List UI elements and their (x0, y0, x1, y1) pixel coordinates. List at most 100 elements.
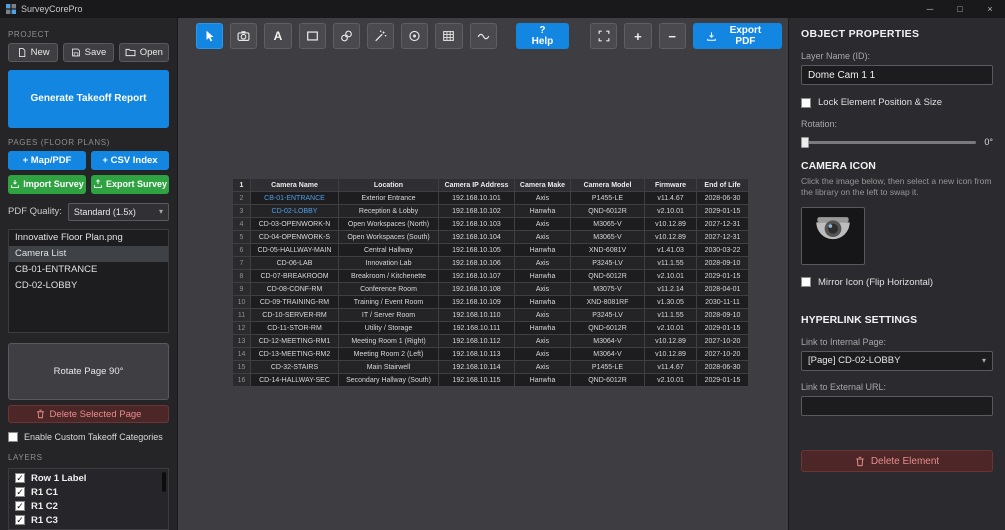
table-cell: Axis (514, 334, 571, 348)
new-button-label: New (30, 47, 50, 58)
text-tool-button[interactable]: A (264, 23, 292, 49)
internal-page-select[interactable]: [Page] CD-02-LOBBY ▾ (801, 350, 993, 371)
camera-icon (237, 31, 250, 41)
lock-position-label: Lock Element Position & Size (818, 97, 943, 108)
save-icon (71, 48, 80, 57)
table-row: 5 CD-04-OPENWORK-S Open Workspaces (South)… (232, 230, 749, 244)
table-cell: Hanwha (514, 269, 571, 283)
rotation-slider-track[interactable] (801, 136, 977, 148)
checkbox-icon (801, 97, 811, 108)
table-header-cell: Camera IP Address (438, 178, 515, 192)
wand-tool-button[interactable] (366, 23, 395, 49)
import-survey-button[interactable]: Import Survey (8, 174, 86, 194)
checkbox-icon[interactable]: ✓ (15, 515, 25, 526)
export-icon (94, 179, 102, 189)
lock-position-checkbox[interactable]: Lock Element Position & Size (801, 97, 993, 108)
close-button[interactable]: × (975, 0, 1005, 18)
select-tool-button[interactable] (196, 23, 224, 49)
export-survey-button[interactable]: Export Survey (91, 174, 169, 194)
zoom-in-button[interactable]: + (624, 23, 652, 49)
camera-name-cell: CD-11-STOR-RM (250, 321, 339, 335)
pdf-quality-select[interactable]: Standard (1.5x) ▾ (67, 202, 169, 221)
minimize-button[interactable]: ─ (915, 0, 945, 18)
table-row: 15 CD-32-STAIRS Main Stairwell 192.168.10.1… (232, 360, 749, 374)
table-cell: 2028-06-30 (696, 360, 749, 374)
table-cell: v2.10.01 (644, 269, 697, 283)
table-cell: 192.168.10.111 (438, 321, 515, 335)
delete-element-button[interactable]: Delete Element (801, 450, 993, 472)
checkbox-icon[interactable]: ✓ (15, 501, 25, 512)
custom-categories-checkbox[interactable]: Enable Custom Takeoff Categories (8, 432, 169, 443)
table-cell: QND-6012R (570, 321, 645, 335)
open-button[interactable]: Open (118, 43, 169, 62)
export-pdf-button[interactable]: Export PDF (692, 23, 783, 49)
camera-name-cell: CD-05-HALLWAY-MAIN (250, 243, 339, 257)
page-list-item[interactable]: Camera List (9, 245, 168, 262)
camera-icon-thumbnail[interactable] (801, 206, 865, 265)
table-cell: v2.10.01 (644, 321, 697, 335)
internal-page-value: [Page] CD-02-LOBBY (808, 355, 901, 367)
save-button[interactable]: Save (63, 43, 114, 62)
rotate-page-button[interactable]: Rotate Page 90° (8, 342, 169, 401)
scrollbar-thumb[interactable] (162, 472, 166, 493)
camera-tool-button[interactable] (230, 23, 258, 49)
generate-takeoff-report-button[interactable]: Generate Takeoff Report (8, 70, 169, 128)
layer-list-item[interactable]: ✓ R1 C2 (9, 499, 168, 513)
rotation-slider[interactable]: 0° (801, 136, 993, 148)
trash-icon (36, 410, 44, 419)
table-cell: Breakroom / Kitchenette (338, 269, 439, 283)
page-list-item[interactable]: CD-02-LOBBY (9, 278, 168, 294)
window-title: SurveyCorePro (21, 4, 83, 14)
table-cell: 2028-09-10 (696, 256, 749, 270)
table-cell: Main Stairwell (338, 360, 439, 374)
row-number-cell: 11 (232, 308, 251, 322)
rotation-slider-handle[interactable] (801, 136, 809, 148)
help-button[interactable]: ? Help (515, 23, 570, 49)
page-list-item[interactable]: Innovative Floor Plan.png (9, 230, 168, 246)
checkbox-icon[interactable]: ✓ (15, 473, 25, 484)
grid-tool-button[interactable] (435, 23, 463, 49)
table-cell: 192.168.10.114 (438, 360, 515, 374)
rectangle-tool-button[interactable] (298, 23, 326, 49)
delete-selected-page-button[interactable]: Delete Selected Page (8, 405, 169, 424)
table-row: 8 CD-07-BREAKROOM Breakroom / Kitchenette 1… (232, 269, 749, 283)
table-header-cell: Camera Model (570, 178, 645, 192)
layer-label: Row 1 Label (31, 472, 87, 484)
checkbox-icon[interactable]: ✓ (15, 487, 25, 498)
table-cell: 2029-01-15 (696, 373, 749, 387)
cursor-icon (206, 30, 214, 42)
internal-page-label: Link to Internal Page: (801, 336, 887, 347)
layer-list-item[interactable]: ✓ R1 C1 (9, 485, 168, 499)
table-cell: Training / Event Room (338, 295, 439, 309)
app-icon (6, 4, 16, 14)
row-number-cell: 14 (232, 347, 251, 361)
mirror-icon-checkbox[interactable]: Mirror Icon (Flip Horizontal) (801, 277, 993, 288)
canvas-area[interactable]: A ? Help + − Export PDF 1 Camera Name Lo… (178, 18, 788, 530)
camera-icon-help-text: Click the image below, then select a new… (801, 176, 992, 198)
camera-name-cell[interactable]: CD-02-LOBBY (250, 204, 339, 218)
layer-list-item[interactable]: ✓ Row 1 Label (9, 471, 168, 485)
target-icon (409, 30, 420, 42)
page-list-item[interactable]: CB-01-ENTRANCE (9, 262, 168, 278)
external-url-input[interactable] (801, 395, 993, 416)
fullscreen-button[interactable] (590, 23, 618, 49)
layer-name-input[interactable] (801, 65, 993, 85)
camera-name-cell[interactable]: CB-01-ENTRANCE (250, 191, 339, 205)
panel-title: OBJECT PROPERTIES (801, 28, 920, 40)
zoom-out-button[interactable]: − (658, 23, 686, 49)
external-url-label: Link to External URL: (801, 381, 887, 392)
add-map-pdf-button[interactable]: + Map/PDF (8, 150, 86, 170)
table-cell: Hanwha (514, 243, 571, 257)
table-cell: 2029-01-15 (696, 321, 749, 335)
table-row: 9 CD-08-CONF-RM Conference Room 192.168.10.… (232, 282, 749, 296)
table-cell: Conference Room (338, 282, 439, 296)
add-csv-index-button[interactable]: + CSV Index (91, 150, 169, 170)
rotation-value: 0° (984, 137, 993, 147)
maximize-button[interactable]: □ (945, 0, 975, 18)
wave-tool-button[interactable] (469, 23, 497, 49)
target-tool-button[interactable] (401, 23, 429, 49)
new-button[interactable]: New (8, 43, 59, 62)
layer-list-item[interactable]: ✓ R1 C3 (9, 513, 168, 527)
link-tool-button[interactable] (332, 23, 360, 49)
layer-name-label: Layer Name (ID): (801, 51, 871, 61)
